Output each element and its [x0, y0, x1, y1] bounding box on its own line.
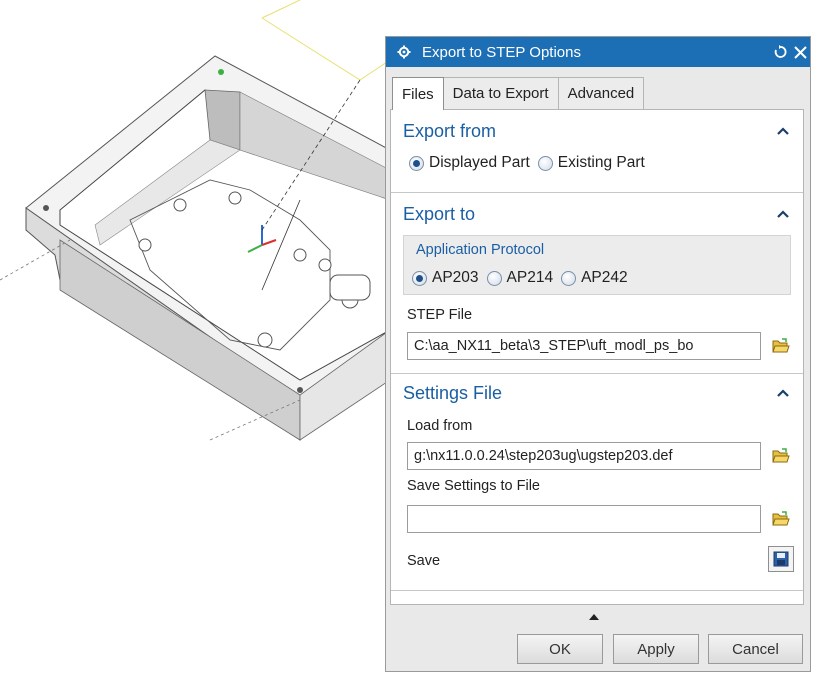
settings-file-title: Settings File [403, 382, 503, 403]
section-divider [391, 192, 803, 193]
ok-button[interactable]: OK [517, 634, 603, 664]
save-disk-icon[interactable] [768, 546, 794, 572]
export-from-options: Displayed Part Existing Part [409, 154, 653, 172]
tab-strip: Files Data to Export Advanced [392, 77, 645, 110]
close-icon[interactable] [790, 42, 810, 62]
ap203-radio[interactable] [412, 270, 427, 286]
save-label: Save [407, 553, 441, 569]
ap242-label: AP242 [581, 269, 628, 286]
existing-part-radio[interactable] [537, 155, 553, 171]
load-from-label: Load from [407, 418, 473, 434]
ap214-radio[interactable] [486, 270, 502, 286]
chevron-up-icon[interactable] [775, 206, 791, 222]
export-to-header[interactable]: Export to [403, 201, 791, 227]
folder-open-icon[interactable] [768, 506, 794, 532]
displayed-part-label: Displayed Part [429, 154, 530, 171]
existing-part-option[interactable]: Existing Part [537, 154, 645, 172]
tab-files[interactable]: Files [392, 77, 444, 110]
application-protocol-title: Application Protocol [416, 242, 545, 258]
cancel-button[interactable]: Cancel [708, 634, 803, 664]
gear-icon[interactable] [396, 44, 412, 60]
ap214-option[interactable]: AP214 [486, 269, 554, 287]
files-panel: Export from Displayed Part Existing Part… [390, 109, 804, 605]
ap203-label: AP203 [432, 269, 479, 286]
tab-data-to-export[interactable]: Data to Export [442, 77, 559, 109]
ap242-radio[interactable] [561, 270, 577, 286]
export-from-title: Export from [403, 120, 497, 141]
step-file-input[interactable]: C:\aa_NX11_beta\3_STEP\uft_modl_ps_bo [407, 332, 761, 360]
step-file-label: STEP File [407, 307, 473, 323]
apply-button[interactable]: Apply [613, 634, 699, 664]
graphics-viewport[interactable] [0, 0, 391, 674]
tab-advanced[interactable]: Advanced [557, 77, 645, 109]
save-settings-label: Save Settings to File [407, 478, 540, 494]
dialog-title-bar[interactable]: Export to STEP Options [386, 37, 810, 67]
ap203-option[interactable]: AP203 [412, 269, 479, 287]
application-protocol-group: Application Protocol AP203 AP214 AP242 [403, 235, 791, 295]
section-divider [391, 373, 803, 374]
displayed-part-option[interactable]: Displayed Part [409, 154, 530, 172]
chevron-up-icon[interactable] [775, 385, 791, 401]
ap242-option[interactable]: AP242 [561, 269, 628, 287]
export-to-title: Export to [403, 203, 476, 224]
protocol-options: AP203 AP214 AP242 [412, 269, 636, 287]
section-divider [391, 590, 803, 591]
save-settings-input[interactable] [407, 505, 761, 533]
export-from-header[interactable]: Export from [403, 118, 791, 144]
collapse-grip-icon[interactable] [589, 614, 599, 620]
dialog-title: Export to STEP Options [422, 43, 581, 61]
displayed-part-radio[interactable] [409, 155, 424, 171]
chevron-up-icon[interactable] [775, 123, 791, 139]
folder-open-icon[interactable] [768, 333, 794, 359]
load-from-input[interactable]: g:\nx11.0.0.24\step203ug\ugstep203.def [407, 442, 761, 470]
cad-model-drawing [0, 0, 391, 441]
export-step-dialog: Export to STEP Options Files Data to Exp… [385, 36, 811, 672]
settings-file-header[interactable]: Settings File [403, 380, 791, 406]
reset-icon[interactable] [770, 42, 790, 62]
folder-open-icon[interactable] [768, 443, 794, 469]
ap214-label: AP214 [506, 269, 554, 286]
existing-part-label: Existing Part [557, 154, 645, 171]
